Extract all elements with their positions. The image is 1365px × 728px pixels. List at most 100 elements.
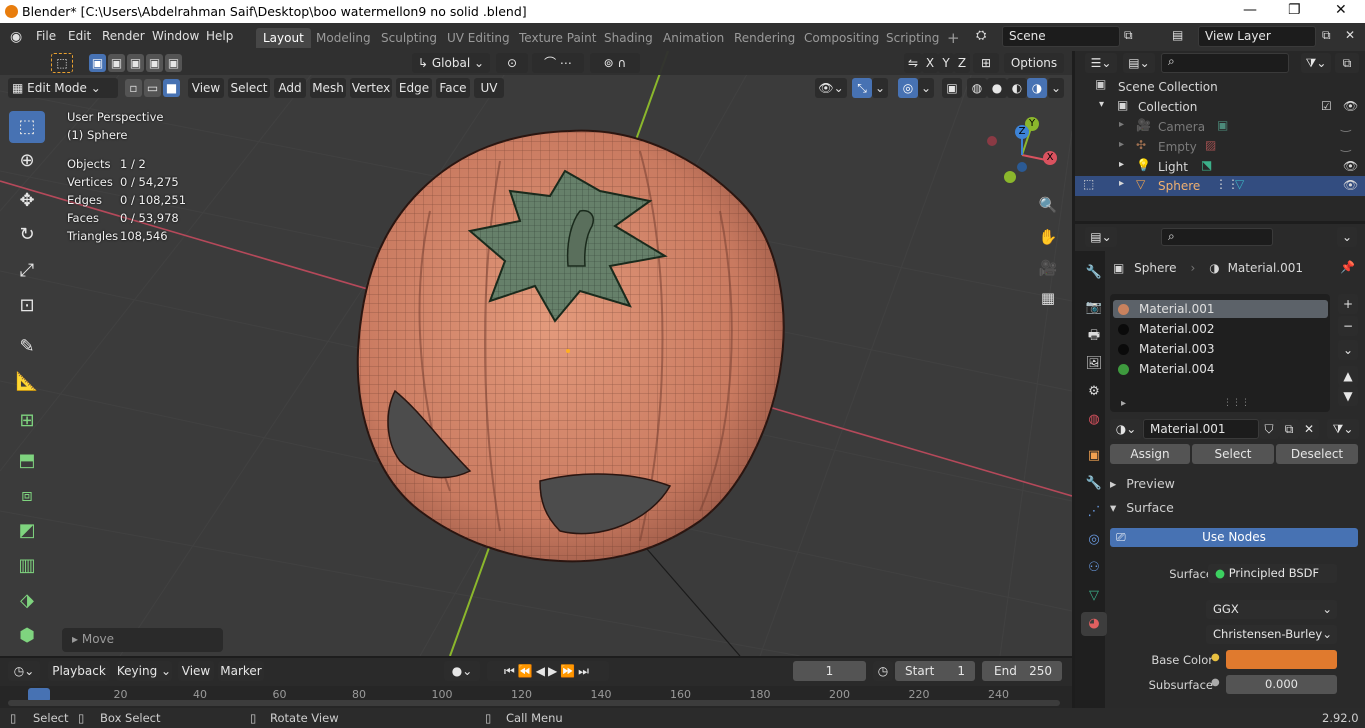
tab-sculpting[interactable]: Sculpting [374, 28, 444, 48]
mirror-z-toggle[interactable]: Z [954, 53, 970, 73]
unlink-material-icon[interactable]: ✕ [1299, 419, 1319, 439]
tool-transform-icon[interactable]: ⊡ [9, 290, 45, 322]
select-mode-invert-icon[interactable]: ▣ [146, 54, 163, 72]
current-frame-field[interactable]: 1 [793, 661, 866, 681]
expand-icon[interactable]: ▸ [1119, 119, 1124, 130]
hidden-icon[interactable]: ‿ [1341, 118, 1351, 132]
keying-menu[interactable]: Keying ⌄ [116, 661, 172, 681]
object-tab-icon[interactable]: ▣ [1081, 444, 1107, 468]
tool-annotate-icon[interactable]: ✎ [9, 331, 45, 363]
remove-view-layer-icon[interactable]: ✕ [1345, 28, 1355, 42]
distribution-dropdown[interactable]: GGX ⌄ [1206, 600, 1337, 619]
fake-user-icon[interactable]: ⛉ [1259, 419, 1279, 439]
camera-view-icon[interactable]: 🎥 [1034, 254, 1062, 282]
timeline-view-menu[interactable]: View [178, 661, 214, 681]
tool-knife-icon[interactable]: ⬗ [9, 585, 45, 617]
assign-button[interactable]: Assign [1110, 444, 1190, 464]
tab-compositing[interactable]: Compositing [797, 28, 886, 48]
eye-icon[interactable]: 👁 [1343, 99, 1358, 113]
tool-loop-cut-icon[interactable]: ▥ [9, 550, 45, 582]
checkbox-icon[interactable]: ☑ [1321, 99, 1332, 113]
end-frame-field[interactable]: End 250 [982, 661, 1062, 681]
tab-modeling[interactable]: Modeling [309, 28, 378, 48]
tab-rendering[interactable]: Rendering [727, 28, 802, 48]
scene-tab-icon[interactable]: ⚙ [1081, 380, 1107, 404]
hidden-icon[interactable]: ‿ [1341, 138, 1351, 152]
mirror-y-toggle[interactable]: Y [938, 53, 954, 73]
blender-menu-icon[interactable]: ◉ [10, 29, 22, 45]
subsurface-field[interactable]: 0.000 [1226, 675, 1337, 694]
solid-shading-icon[interactable]: ● [987, 78, 1007, 98]
tool-select-box-icon[interactable]: ⬚ [9, 111, 45, 143]
material-slot[interactable]: Material.004 [1113, 360, 1328, 378]
physics-tab-icon[interactable]: ◎ [1081, 528, 1107, 552]
subsurface-method-dropdown[interactable]: Christensen-Burley ⌄ [1206, 625, 1337, 644]
link-mode-icon[interactable]: ⧩⌄ [1327, 419, 1359, 439]
face-select-icon[interactable]: ■ [163, 79, 180, 97]
start-frame-field[interactable]: Start 1 [895, 661, 975, 681]
tool-inset-icon[interactable]: ⧈ [9, 480, 45, 512]
select-mode-subtract-icon[interactable]: ▣ [127, 54, 144, 72]
tab-animation[interactable]: Animation [656, 28, 731, 48]
render-tab-icon[interactable]: 📷 [1081, 296, 1107, 320]
mode-dropdown[interactable]: ▦ Edit Mode ⌄ [8, 78, 118, 98]
proportional-editing-icon[interactable]: ⊚ ∩ [590, 53, 640, 73]
tool-scale-icon[interactable]: ⤢ [9, 255, 45, 287]
pan-hand-icon[interactable]: ✋ [1034, 223, 1062, 251]
modifiers-tab-icon[interactable]: 🔧 [1081, 472, 1107, 496]
wireframe-shading-icon[interactable]: ◍ [967, 78, 987, 98]
filter-icon[interactable]: ⧩⌄ [1301, 53, 1331, 73]
edit-mode-icon[interactable]: ⬚ [1083, 177, 1094, 191]
menu-render[interactable]: Render [102, 29, 145, 43]
gizmo-x-axis[interactable]: X [1043, 151, 1057, 165]
tab-texture-paint[interactable]: Texture Paint [512, 28, 603, 48]
particles-tab-icon[interactable]: ⋰ [1081, 500, 1107, 524]
gizmo-z-axis[interactable]: Z [1015, 125, 1029, 139]
select-mode-extend-icon[interactable]: ▣ [108, 54, 125, 72]
material-shading-icon[interactable]: ◐ [1007, 78, 1027, 98]
timeline-scrollbar[interactable] [8, 700, 1060, 706]
duplicate-material-icon[interactable]: ⧉ [1279, 419, 1299, 439]
tool-measure-icon[interactable]: 📐 [9, 366, 45, 398]
pivot-point-icon[interactable]: ⊙ [496, 53, 528, 73]
expand-icon[interactable]: ▸ [1119, 159, 1124, 170]
marker-menu[interactable]: Marker [218, 661, 264, 681]
new-scene-icon[interactable]: ⧉ [1124, 28, 1133, 43]
tab-uv-editing[interactable]: UV Editing [440, 28, 517, 48]
tool-cursor-icon[interactable]: ⊕ [9, 145, 45, 177]
preview-range-icon[interactable]: ◷ [873, 661, 893, 681]
tab-scripting[interactable]: Scripting [879, 28, 946, 48]
outliner-item-light[interactable]: ▸ 💡 Light ⬔ 👁 [1075, 157, 1365, 177]
new-collection-icon[interactable]: ⧉ [1335, 53, 1359, 73]
material-slot[interactable]: Material.003 [1113, 340, 1328, 358]
expand-icon[interactable]: ▸ [1119, 139, 1124, 150]
outliner-item-empty[interactable]: ▸ ✣ Empty ▨ ‿ [1075, 137, 1365, 157]
menu-uv[interactable]: UV [474, 78, 504, 98]
outliner-search-input[interactable]: ⌕ [1161, 53, 1289, 73]
data-tab-icon[interactable]: ▽ [1081, 584, 1107, 608]
outliner-item-sphere[interactable]: ⬚ ▸ ▽ Sphere ⋮⋮ ▽ 👁 [1075, 176, 1365, 196]
material-slot[interactable]: Material.002 [1113, 320, 1328, 338]
select-mode-intersect-icon[interactable]: ▣ [165, 54, 182, 72]
select-button[interactable]: Select [1192, 444, 1274, 464]
display-mode-icon[interactable]: ▤⌄ [1123, 53, 1155, 73]
mirror-icon[interactable]: ⇋ [904, 53, 922, 73]
list-resize-handle-icon[interactable]: ⋮⋮⋮ [1223, 398, 1250, 408]
menu-edit[interactable]: Edit [68, 29, 91, 43]
options-dropdown[interactable]: Options ⌄ [1004, 53, 1064, 90]
transform-orientation-dropdown[interactable]: ↳ Global ⌄ [412, 53, 490, 73]
playback-menu[interactable]: Playback ⌄ [48, 661, 110, 698]
menu-vertex[interactable]: Vertex [350, 78, 392, 98]
material-name-field[interactable]: Material.001 [1143, 419, 1259, 439]
surface-shader-field[interactable]: ● Principled BSDF [1208, 564, 1337, 583]
visibility-icon[interactable]: 👁⌄ [815, 78, 847, 98]
tool-bevel-icon[interactable]: ◩ [9, 515, 45, 547]
outliner-scene-collection[interactable]: ▣ Scene Collection [1075, 77, 1365, 97]
minimize-button[interactable]: — [1243, 2, 1257, 18]
overlay-toggle-icon[interactable]: ◎ [898, 78, 918, 98]
tool-move-icon[interactable]: ✥ [9, 185, 45, 217]
tool-add-cube-icon[interactable]: ⊞ [9, 405, 45, 437]
snap-icon[interactable]: ⌒ ⋯ [532, 53, 584, 73]
scene-selector[interactable]: Scene [1002, 26, 1120, 47]
auto-merge-icon[interactable]: ⊞ [973, 53, 999, 73]
